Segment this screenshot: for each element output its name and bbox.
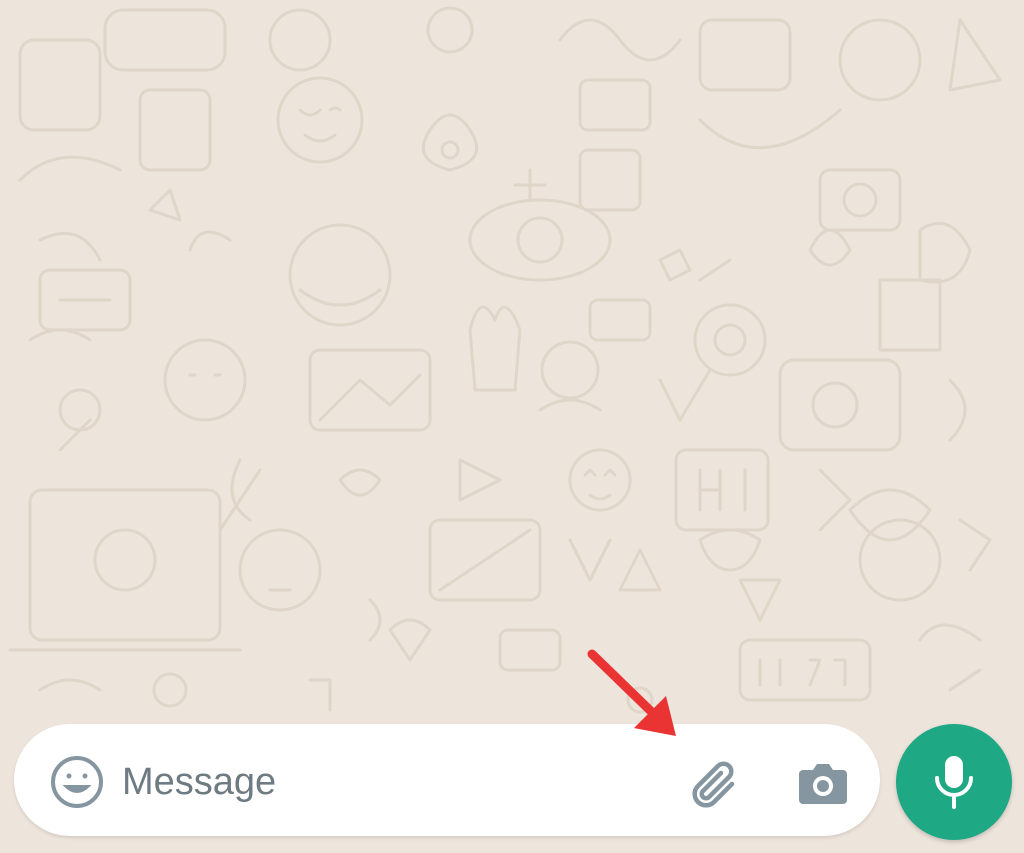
red-arrow-icon [582, 644, 682, 744]
message-input[interactable] [122, 750, 662, 814]
microphone-icon [935, 756, 973, 809]
emoji-icon[interactable] [50, 755, 104, 809]
voice-message-button[interactable] [896, 724, 1012, 840]
camera-icon[interactable] [797, 758, 849, 806]
paperclip-icon[interactable] [684, 754, 742, 812]
message-composer [14, 724, 880, 836]
